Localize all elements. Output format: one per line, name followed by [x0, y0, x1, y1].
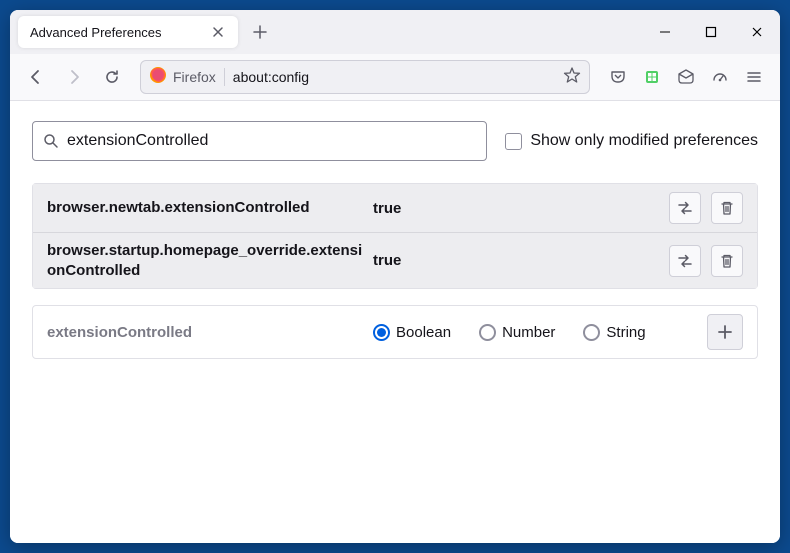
- menu-icon[interactable]: [738, 61, 770, 93]
- add-pref-name: extensionControlled: [47, 324, 367, 341]
- toggle-button[interactable]: [669, 192, 701, 224]
- search-input[interactable]: [67, 132, 476, 150]
- search-icon: [43, 133, 59, 149]
- url-bar[interactable]: Firefox about:config: [140, 60, 590, 94]
- identity-label: Firefox: [173, 69, 216, 85]
- delete-button[interactable]: [711, 245, 743, 277]
- toggle-button[interactable]: [669, 245, 701, 277]
- tab-active[interactable]: Advanced Preferences: [18, 16, 238, 48]
- nav-toolbar: Firefox about:config: [10, 54, 780, 101]
- back-button[interactable]: [20, 61, 52, 93]
- add-pref-table: extensionControlled Boolean Number Strin…: [32, 305, 758, 359]
- extension-icon[interactable]: [636, 61, 668, 93]
- minimize-button[interactable]: [642, 10, 688, 54]
- inbox-icon[interactable]: [670, 61, 702, 93]
- pref-table: browser.newtab.extensionControlled true …: [32, 183, 758, 289]
- radio-label: Number: [502, 324, 555, 341]
- search-box[interactable]: [32, 121, 487, 161]
- radio-label: String: [606, 324, 645, 341]
- tab-title: Advanced Preferences: [30, 25, 210, 40]
- pref-row: browser.newtab.extensionControlled true: [33, 184, 757, 232]
- radio-icon: [373, 324, 390, 341]
- dashboard-icon[interactable]: [704, 61, 736, 93]
- content-area: Show only modified preferences browser.n…: [10, 101, 780, 543]
- radio-number[interactable]: Number: [479, 324, 555, 341]
- url-text: about:config: [233, 69, 563, 85]
- radio-icon: [583, 324, 600, 341]
- forward-button[interactable]: [58, 61, 90, 93]
- firefox-icon: [149, 66, 167, 89]
- delete-button[interactable]: [711, 192, 743, 224]
- window-controls: [642, 10, 780, 54]
- reload-button[interactable]: [96, 61, 128, 93]
- pref-name[interactable]: browser.newtab.extensionControlled: [47, 198, 367, 218]
- bookmark-star-icon[interactable]: [563, 66, 581, 89]
- radio-icon: [479, 324, 496, 341]
- maximize-button[interactable]: [688, 10, 734, 54]
- add-button[interactable]: [707, 314, 743, 350]
- close-button[interactable]: [734, 10, 780, 54]
- radio-string[interactable]: String: [583, 324, 645, 341]
- separator: [224, 68, 225, 86]
- pref-value[interactable]: true: [367, 200, 669, 217]
- new-tab-button[interactable]: [244, 16, 276, 48]
- pocket-icon[interactable]: [602, 61, 634, 93]
- checkbox-label: Show only modified preferences: [530, 132, 758, 150]
- pref-row: browser.startup.homepage_override.extens…: [33, 232, 757, 288]
- pref-value[interactable]: true: [367, 252, 669, 269]
- radio-boolean[interactable]: Boolean: [373, 324, 451, 341]
- pref-name[interactable]: browser.startup.homepage_override.extens…: [47, 241, 367, 280]
- titlebar: Advanced Preferences: [10, 10, 780, 54]
- checkbox-icon: [505, 133, 522, 150]
- radio-label: Boolean: [396, 324, 451, 341]
- close-icon[interactable]: [210, 24, 226, 40]
- show-modified-checkbox[interactable]: Show only modified preferences: [505, 132, 758, 150]
